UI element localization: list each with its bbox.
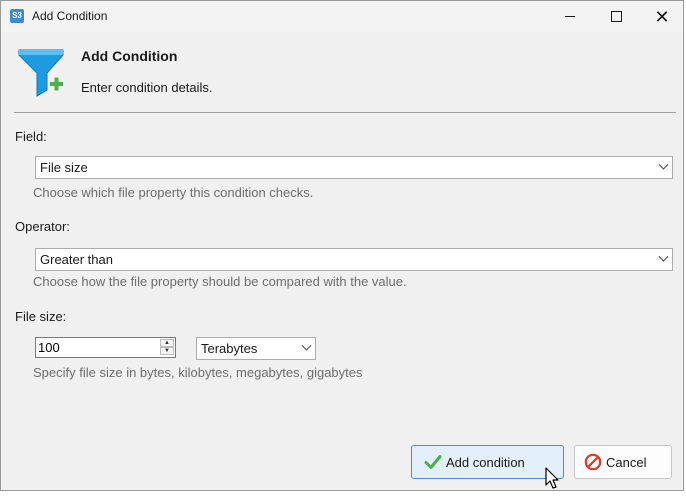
add-condition-dialog: S3 Add Condition ✕ Add Condition Enter c… <box>0 0 684 491</box>
file-size-stepper[interactable]: ▲ ▼ <box>35 337 176 358</box>
cancel-button[interactable]: Cancel <box>574 445 672 479</box>
increment-button[interactable]: ▲ <box>160 339 174 347</box>
add-condition-button[interactable]: Add condition <box>411 445 564 479</box>
field-hint: Choose which file property this conditio… <box>33 185 314 200</box>
maximize-icon <box>610 11 622 22</box>
field-label: Field: <box>15 129 47 144</box>
checkmark-icon <box>424 455 442 469</box>
file-size-unit-dropdown[interactable]: Terabytes <box>196 337 316 360</box>
close-button[interactable]: ✕ <box>639 1 685 32</box>
chevron-down-icon <box>297 340 315 352</box>
mouse-cursor-icon <box>545 467 559 489</box>
field-dropdown-value: File size <box>40 160 88 175</box>
file-size-hint: Specify file size in bytes, kilobytes, m… <box>33 365 363 380</box>
funnel-add-icon <box>18 49 64 97</box>
cancel-icon <box>584 453 602 471</box>
title-bar[interactable]: S3 Add Condition ✕ <box>1 1 683 32</box>
operator-dropdown[interactable]: Greater than <box>35 248 673 271</box>
header-separator <box>14 112 676 113</box>
minimize-icon <box>565 16 575 17</box>
decrement-button[interactable]: ▼ <box>160 347 174 355</box>
file-size-label: File size: <box>15 309 67 324</box>
chevron-down-icon <box>654 159 672 171</box>
operator-hint: Choose how the file property should be c… <box>33 274 407 289</box>
chevron-down-icon <box>654 251 672 263</box>
file-size-input[interactable] <box>36 338 158 357</box>
add-condition-label: Add condition <box>446 454 525 470</box>
minimize-button[interactable] <box>547 1 593 32</box>
operator-dropdown-value: Greater than <box>40 252 113 267</box>
close-icon: ✕ <box>654 6 670 27</box>
app-icon: S3 <box>10 9 24 23</box>
window-title: Add Condition <box>32 9 108 23</box>
arrow-up-icon: ▲ <box>164 340 170 346</box>
header-subtitle: Enter condition details. <box>81 80 213 95</box>
field-dropdown[interactable]: File size <box>35 156 673 179</box>
cancel-label: Cancel <box>606 454 647 470</box>
operator-label: Operator: <box>15 219 70 234</box>
arrow-down-icon: ▼ <box>164 348 170 354</box>
header-title: Add Condition <box>81 48 178 64</box>
file-size-unit-value: Terabytes <box>201 341 258 356</box>
maximize-button[interactable] <box>593 1 639 32</box>
